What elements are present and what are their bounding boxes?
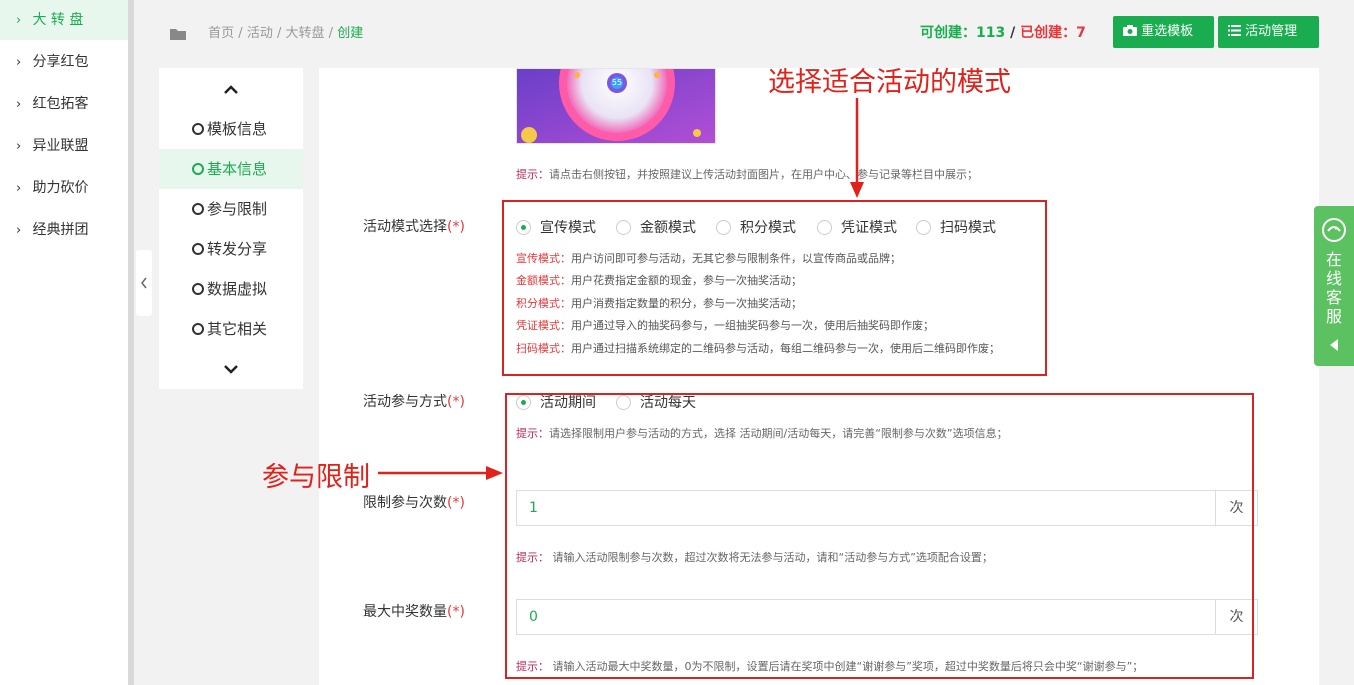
- chevron-left-icon: [141, 277, 147, 289]
- step-template-info[interactable]: 模板信息: [159, 109, 303, 149]
- breadcrumb-activity[interactable]: 活动: [247, 26, 273, 41]
- mode-annotation: 选择适合活动的模式: [768, 67, 1011, 98]
- required-mark: (*): [447, 219, 465, 235]
- left-sidebar: › 大 转 盘 › 分享红包 › 红包拓客 › 异业联盟 › 助力砍价 › 经典…: [0, 0, 134, 685]
- step-share[interactable]: 转发分享: [159, 229, 303, 269]
- label-text: 限制参与次数: [363, 495, 447, 511]
- circle-icon: [192, 283, 204, 295]
- can-create-label: 可创建：: [920, 25, 976, 41]
- tip-label: 提示：: [516, 168, 549, 181]
- circle-icon: [192, 243, 204, 255]
- limit-field-label: 限制参与次数(*): [363, 492, 465, 512]
- created-label: 已创建：: [1020, 25, 1077, 41]
- required-mark: (*): [447, 495, 465, 511]
- reselect-template-label: 重选模板: [1141, 24, 1194, 39]
- required-mark: (*): [447, 394, 465, 410]
- step-label: 其它相关: [207, 320, 268, 338]
- participation-field-label: 活动参与方式(*): [363, 391, 465, 411]
- mode-highlight-box: [502, 200, 1047, 376]
- sidebar-item-label: 分享红包: [32, 54, 89, 70]
- cover-tip: 提示：请点击右侧按钮，并按照建议上传活动封面图片，在用户中心、参与记录等栏目中展…: [516, 166, 978, 182]
- step-virtual-data[interactable]: 数据虚拟: [159, 269, 303, 309]
- chevron-up-icon[interactable]: [221, 80, 241, 100]
- sidebar-item-label: 异业联盟: [32, 138, 89, 154]
- chevron-down-icon[interactable]: [221, 359, 241, 379]
- triangle-left-icon: [1330, 339, 1338, 351]
- online-service-tab[interactable]: 在线客服: [1314, 206, 1354, 366]
- cover-badge: 55: [612, 78, 622, 87]
- quota-counts: 可创建：113 / 已创建：7: [920, 22, 1086, 42]
- camera-icon: [1123, 25, 1137, 36]
- breadcrumb-separator: /: [276, 26, 282, 41]
- list-icon: [1228, 25, 1241, 36]
- sidebar-item-group-buy[interactable]: › 经典拼团: [0, 210, 128, 250]
- chevron-right-icon: ›: [16, 55, 22, 70]
- activity-manage-label: 活动管理: [1245, 24, 1298, 39]
- label-text: 最大中奖数量: [363, 604, 447, 620]
- step-participation-limit[interactable]: 参与限制: [159, 189, 303, 229]
- down-arrow-icon: [850, 98, 864, 198]
- step-label: 转发分享: [207, 240, 268, 258]
- chevron-right-icon: ›: [16, 223, 22, 238]
- label-text: 活动模式选择: [363, 219, 447, 235]
- step-label: 模板信息: [207, 120, 268, 138]
- cover-image[interactable]: 55: [516, 68, 716, 144]
- sidebar-item-wheel[interactable]: › 大 转 盘: [0, 0, 128, 40]
- breadcrumb-separator: /: [328, 26, 334, 41]
- sidebar-item-label: 红包拓客: [32, 96, 89, 112]
- sidebar-item-redpacket-acquire[interactable]: › 红包拓客: [0, 84, 128, 124]
- chat-bird-icon: [1322, 218, 1346, 242]
- label-text: 活动参与方式: [363, 394, 447, 410]
- breadcrumb: 首页 / 活动 / 大转盘 / 创建: [170, 22, 363, 41]
- sidebar-item-label: 助力砍价: [32, 180, 89, 196]
- step-other[interactable]: 其它相关: [159, 309, 303, 349]
- right-arrow-icon: [378, 466, 503, 480]
- breadcrumb-home[interactable]: 首页: [208, 26, 234, 41]
- breadcrumb-separator: /: [238, 26, 243, 41]
- limit-highlight-box: [505, 393, 1254, 679]
- circle-icon: [192, 323, 204, 335]
- chevron-right-icon: ›: [16, 97, 22, 112]
- circle-icon: [192, 203, 204, 215]
- circle-icon: [192, 123, 204, 135]
- chevron-right-icon: ›: [16, 13, 22, 28]
- sidebar-item-bargain[interactable]: › 助力砍价: [0, 168, 128, 208]
- circle-icon: [192, 163, 204, 175]
- step-label: 基本信息: [207, 160, 268, 178]
- step-basic-info[interactable]: 基本信息: [159, 149, 303, 189]
- sidebar-item-share-redpacket[interactable]: › 分享红包: [0, 42, 128, 82]
- counts-separator: /: [1005, 25, 1021, 41]
- sidebar-item-alliance[interactable]: › 异业联盟: [0, 126, 128, 166]
- required-mark: (*): [447, 604, 465, 620]
- collapse-handle[interactable]: [136, 250, 152, 316]
- limit-annotation: 参与限制: [262, 462, 370, 493]
- chevron-right-icon: ›: [16, 181, 22, 196]
- tip-text: 请点击右侧按钮，并按照建议上传活动封面图片，在用户中心、参与记录等栏目中展示；: [549, 168, 978, 181]
- top-bar: 首页 / 活动 / 大转盘 / 创建 可创建：113 / 已创建：7 重选模板 …: [134, 0, 1354, 62]
- folder-icon: [170, 28, 186, 40]
- sidebar-scrollbar[interactable]: [128, 0, 134, 685]
- step-label: 参与限制: [207, 200, 268, 218]
- breadcrumb-wheel[interactable]: 大转盘: [286, 26, 325, 41]
- created-value: 7: [1076, 25, 1086, 41]
- activity-manage-button[interactable]: 活动管理: [1218, 16, 1319, 48]
- mode-field-label: 活动模式选择(*): [363, 216, 465, 236]
- reselect-template-button[interactable]: 重选模板: [1113, 16, 1214, 48]
- breadcrumb-current: 创建: [337, 26, 364, 41]
- sidebar-item-label: 大 转 盘: [32, 12, 84, 28]
- can-create-value: 113: [976, 25, 1006, 41]
- step-label: 数据虚拟: [207, 280, 268, 298]
- sidebar-item-label: 经典拼团: [32, 222, 89, 238]
- online-service-label: 在线客服: [1325, 250, 1342, 326]
- max-prize-field-label: 最大中奖数量(*): [363, 601, 465, 621]
- chevron-right-icon: ›: [16, 139, 22, 154]
- wheel-cover-illustration: 55: [517, 69, 715, 143]
- step-navigation: 模板信息 基本信息 参与限制 转发分享 数据虚拟 其它相关: [159, 68, 303, 389]
